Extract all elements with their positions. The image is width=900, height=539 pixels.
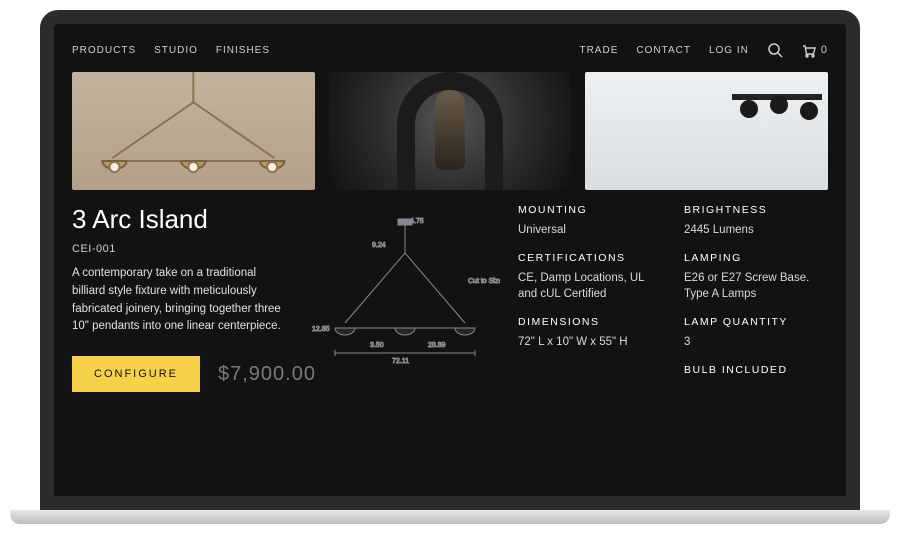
product-price: $7,900.00 xyxy=(218,363,316,386)
spec-brightness: BRIGHTNESS 2445 Lumens xyxy=(684,204,828,238)
nav-trade[interactable]: TRADE xyxy=(579,45,618,56)
svg-text:28.89: 28.89 xyxy=(428,342,446,349)
spec-mounting: MOUNTING Universal xyxy=(518,204,662,238)
nav-products[interactable]: PRODUCTS xyxy=(72,45,136,56)
spec-dimensions: DIMENSIONS 72" L x 10" W x 55" H xyxy=(518,316,662,350)
nav-studio[interactable]: STUDIO xyxy=(154,45,198,56)
svg-text:4.75: 4.75 xyxy=(410,218,424,225)
spec-lamping: LAMPING E26 or E27 Screw Base. Type A La… xyxy=(684,252,828,302)
svg-text:9.24: 9.24 xyxy=(372,242,386,249)
search-icon[interactable] xyxy=(767,42,783,58)
nav-contact[interactable]: CONTACT xyxy=(636,45,691,56)
spec-lamp-quantity: LAMP QUANTITY 3 xyxy=(684,316,828,350)
product-sku: CEI-001 xyxy=(72,243,292,255)
dimension-diagram: 4.75 9.24 12.85 3.50 28.89 72.11 Cut to … xyxy=(310,213,500,383)
spec-bulb-included: BULB INCLUDED xyxy=(684,364,828,382)
svg-text:3.50: 3.50 xyxy=(370,342,384,349)
top-nav: PRODUCTS STUDIO FINISHES TRADE CONTACT L… xyxy=(72,34,828,72)
configure-button[interactable]: CONFIGURE xyxy=(72,356,200,392)
image-gallery xyxy=(72,72,828,190)
product-image-2[interactable] xyxy=(329,72,572,190)
cart-count: 0 xyxy=(821,44,828,56)
product-description: A contemporary take on a traditional bil… xyxy=(72,265,292,336)
nav-login[interactable]: LOG IN xyxy=(709,45,749,56)
product-image-1[interactable] xyxy=(72,72,315,190)
cart-button[interactable]: 0 xyxy=(801,42,828,58)
svg-text:Cut to Size: Cut to Size xyxy=(468,278,500,285)
product-title: 3 Arc Island xyxy=(72,204,292,235)
svg-text:12.85: 12.85 xyxy=(312,326,330,333)
svg-text:72.11: 72.11 xyxy=(392,358,409,365)
nav-finishes[interactable]: FINISHES xyxy=(216,45,270,56)
product-image-3[interactable] xyxy=(585,72,828,190)
spec-certifications: CERTIFICATIONS CE, Damp Locations, UL an… xyxy=(518,252,662,302)
